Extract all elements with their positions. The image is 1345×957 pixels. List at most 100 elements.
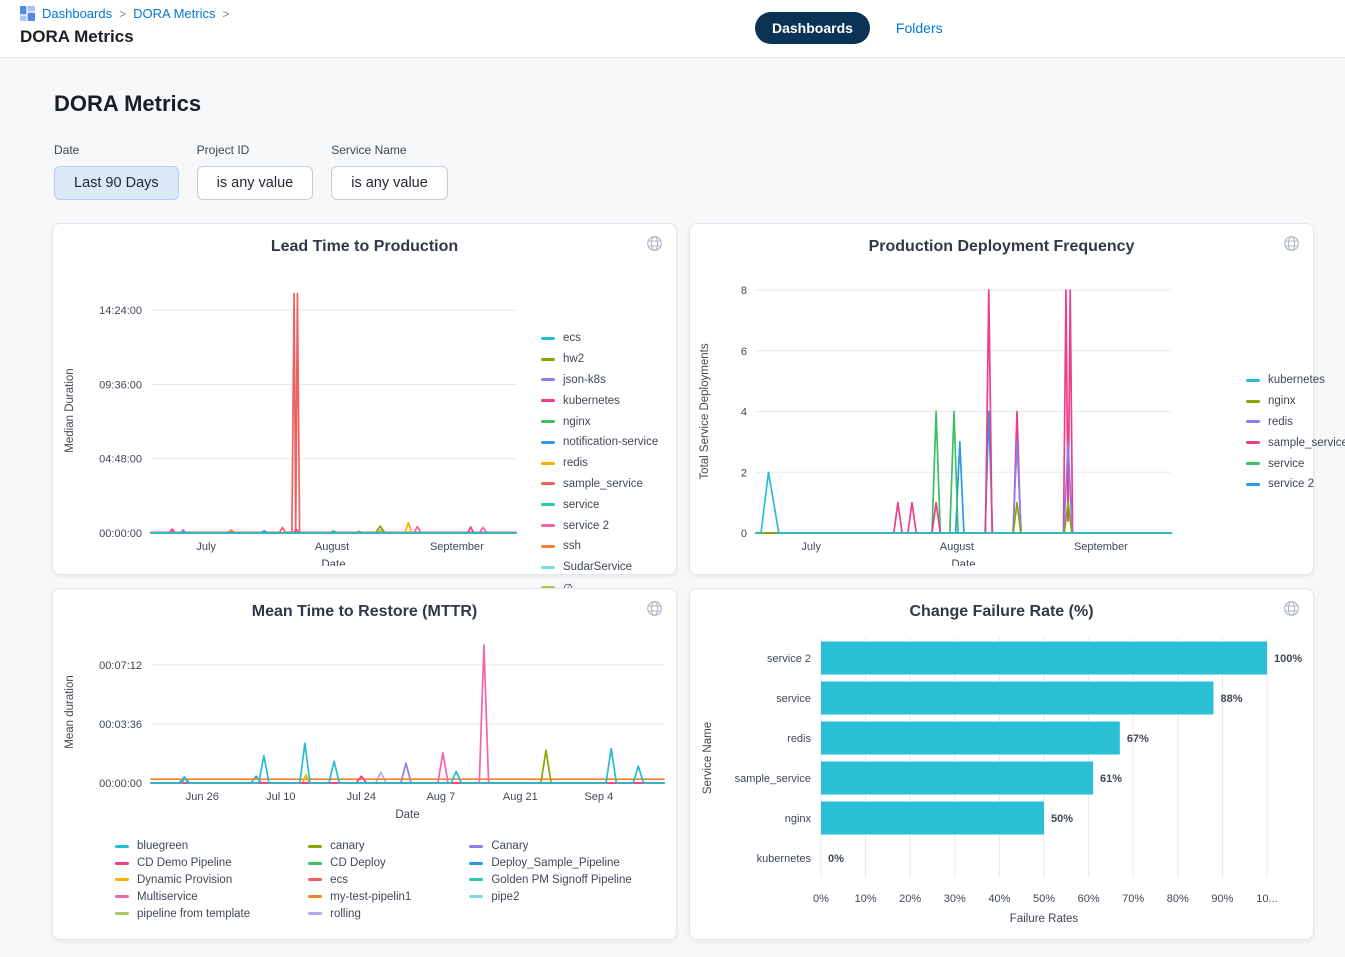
breadcrumb-link-dashboards[interactable]: Dashboards xyxy=(42,6,112,21)
legend-item[interactable]: Canary xyxy=(469,838,631,855)
legend-label: nginx xyxy=(563,416,591,428)
legend-item[interactable]: sample_service xyxy=(541,476,658,493)
legend-item[interactable]: nginx xyxy=(541,413,658,430)
svg-text:Sep 4: Sep 4 xyxy=(584,791,613,803)
svg-text:67%: 67% xyxy=(1127,733,1149,745)
legend-item[interactable]: redis xyxy=(541,455,658,472)
legend-item[interactable]: bluegreen xyxy=(115,838,250,855)
legend-item[interactable]: Dynamic Provision xyxy=(115,872,250,889)
legend-label: sample_service xyxy=(563,478,643,490)
chart-title-change-failure-rate: Change Failure Rate (%) xyxy=(690,589,1313,621)
breadcrumb: Dashboards > DORA Metrics > xyxy=(20,6,229,21)
legend-item[interactable]: canary xyxy=(308,838,411,855)
legend-label: Golden PM Signoff Pipeline xyxy=(491,874,631,886)
legend-label: service xyxy=(563,499,599,511)
legend-item[interactable]: my-test-pipelin1 xyxy=(308,888,411,905)
legend-item[interactable]: json-k8s xyxy=(541,372,658,389)
svg-text:Date: Date xyxy=(321,559,345,566)
svg-text:14:24:00: 14:24:00 xyxy=(99,305,142,317)
legend-swatch xyxy=(115,845,129,848)
legend-item[interactable]: ecs xyxy=(308,872,411,889)
filter-service-name-value-button[interactable]: is any value xyxy=(331,166,448,200)
legend-item[interactable]: ssh xyxy=(541,538,658,555)
legend-item[interactable]: hw2 xyxy=(541,351,658,368)
legend-item[interactable]: Golden PM Signoff Pipeline xyxy=(469,872,631,889)
legend-swatch xyxy=(1246,420,1260,423)
svg-text:8: 8 xyxy=(741,285,747,297)
tab-folders[interactable]: Folders xyxy=(896,20,943,36)
legend-label: pipe2 xyxy=(491,891,519,903)
legend-item[interactable]: ecs xyxy=(541,330,658,347)
legend-item[interactable]: pipe2 xyxy=(469,888,631,905)
legend-item[interactable]: service xyxy=(541,496,658,513)
legend-label: ecs xyxy=(563,332,581,344)
legend-swatch xyxy=(1246,462,1260,465)
svg-text:20%: 20% xyxy=(899,893,921,905)
legend-label: service xyxy=(1268,458,1304,470)
breadcrumb-link-dora-metrics[interactable]: DORA Metrics xyxy=(133,6,215,21)
svg-text:sample_service: sample_service xyxy=(735,773,811,785)
legend-swatch xyxy=(1246,379,1260,382)
tab-dashboards[interactable]: Dashboards xyxy=(755,12,870,44)
globe-icon[interactable] xyxy=(1283,235,1300,252)
legend-swatch xyxy=(115,878,129,881)
svg-text:50%: 50% xyxy=(1033,893,1055,905)
page-title: DORA Metrics xyxy=(54,91,1345,117)
legend-item[interactable]: CD Demo Pipeline xyxy=(115,855,250,872)
legend-item[interactable]: pipeline from template xyxy=(115,905,250,922)
legend-item[interactable]: service 2 xyxy=(1246,476,1345,493)
svg-text:September: September xyxy=(430,541,484,553)
globe-icon[interactable] xyxy=(1283,600,1300,617)
filter-date: Date Last 90 Days xyxy=(54,143,179,200)
legend-item[interactable]: redis xyxy=(1246,414,1345,431)
legend-label: CD Demo Pipeline xyxy=(137,857,232,869)
legend-item[interactable]: nginx xyxy=(1246,393,1345,410)
legend-swatch xyxy=(541,441,555,444)
legend-label: CD Deploy xyxy=(330,857,386,869)
legend-item[interactable]: service xyxy=(1246,455,1345,472)
legend-item[interactable]: kubernetes xyxy=(1246,372,1345,389)
legend-item[interactable]: sample_service xyxy=(1246,434,1345,451)
legend-swatch xyxy=(541,482,555,485)
svg-text:Total Service Deployments: Total Service Deployments xyxy=(699,343,711,479)
mttr-chart: 00:00:0000:03:3600:07:12Mean durationJun… xyxy=(53,625,676,922)
legend-label: canary xyxy=(330,840,365,852)
legend-label: json-k8s xyxy=(563,374,606,386)
card-deploy-frequency: Production Deployment Frequency 02468Tot… xyxy=(689,223,1314,575)
svg-text:10%: 10% xyxy=(855,893,877,905)
window-title: DORA Metrics xyxy=(20,27,134,47)
filter-service-name-label: Service Name xyxy=(331,143,448,157)
svg-text:kubernetes: kubernetes xyxy=(757,853,812,865)
card-change-failure-rate: Change Failure Rate (%) 0%10%20%30%40%50… xyxy=(689,588,1314,940)
filter-bar: Date Last 90 Days Project ID is any valu… xyxy=(54,143,1345,200)
legend-item[interactable]: notification-service xyxy=(541,434,658,451)
legend-item[interactable]: service 2 xyxy=(541,517,658,534)
chart-legend: ecs hw2 json-k8s kubernetes nginx notificatio… xyxy=(541,330,658,596)
legend-label: redis xyxy=(1268,416,1293,428)
svg-text:4: 4 xyxy=(741,407,747,419)
legend-item[interactable]: SudarService xyxy=(541,559,658,576)
legend-item[interactable]: Multiservice xyxy=(115,888,250,905)
filter-date-label: Date xyxy=(54,143,179,157)
legend-label: ssh xyxy=(563,540,581,552)
filter-project-id-value-button[interactable]: is any value xyxy=(197,166,314,200)
legend-item[interactable]: rolling xyxy=(308,905,411,922)
legend-item[interactable]: kubernetes xyxy=(541,392,658,409)
legend-item[interactable]: CD Deploy xyxy=(308,855,411,872)
globe-icon[interactable] xyxy=(646,600,663,617)
svg-text:00:00:00: 00:00:00 xyxy=(99,528,142,540)
filter-date-value-button[interactable]: Last 90 Days xyxy=(54,166,179,200)
svg-text:00:07:12: 00:07:12 xyxy=(99,660,142,672)
legend-swatch xyxy=(308,895,322,898)
legend-label: bluegreen xyxy=(137,840,188,852)
legend-label: redis xyxy=(563,457,588,469)
legend-swatch xyxy=(541,378,555,381)
chart-title-lead-time: Lead Time to Production xyxy=(53,224,676,256)
legend-swatch xyxy=(469,895,483,898)
legend-item[interactable]: Deploy_Sample_Pipeline xyxy=(469,855,631,872)
svg-text:Failure Rates: Failure Rates xyxy=(1010,913,1079,925)
top-bar: Dashboards > DORA Metrics > DORA Metrics… xyxy=(0,0,1345,58)
legend-label: pipeline from template xyxy=(137,908,250,920)
svg-text:10...: 10... xyxy=(1256,893,1277,905)
globe-icon[interactable] xyxy=(646,235,663,252)
